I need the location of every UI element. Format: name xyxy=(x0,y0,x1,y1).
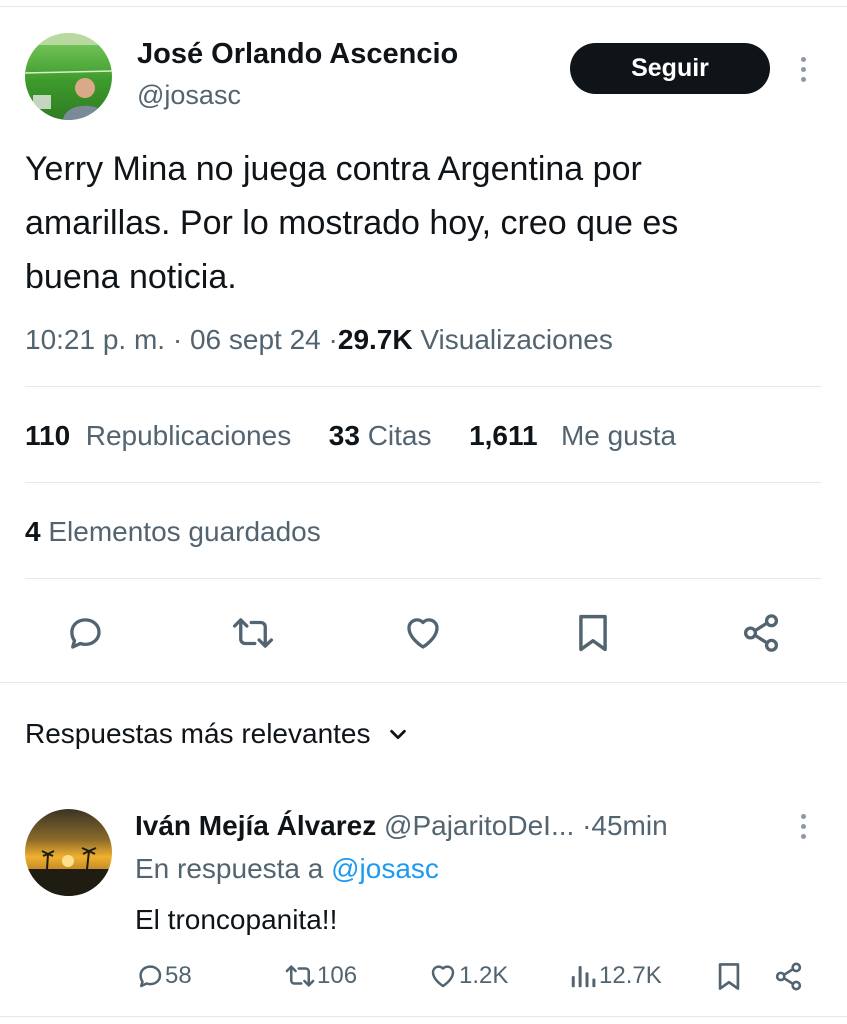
reply-icon xyxy=(135,961,165,991)
reposts-label: Republicaciones xyxy=(85,420,292,451)
chevron-down-icon xyxy=(387,723,409,745)
reply-icon[interactable] xyxy=(64,612,106,654)
tweet-date[interactable]: 06 sept 24 xyxy=(190,324,321,355)
divider xyxy=(25,578,821,579)
views-chart-icon xyxy=(567,961,599,991)
likes-count: 1,611 xyxy=(469,420,538,451)
tweet-text: Yerry Mina no juega contra Argentina por… xyxy=(25,142,678,304)
top-divider xyxy=(0,6,847,7)
reply-views-count: 12.7K xyxy=(599,962,662,989)
reposts-count: 110 xyxy=(25,420,71,451)
reply-reposts-count: 106 xyxy=(317,962,358,989)
views-count: 29.7K xyxy=(337,324,413,355)
reply-likes-count: 1.2K xyxy=(459,962,509,989)
views-label: Visualizaciones xyxy=(420,324,613,355)
tweet-text-line: Yerry Mina no juega contra Argentina por xyxy=(25,150,642,188)
quotes-label: Citas xyxy=(367,420,432,451)
quotes-stat[interactable]: 33 Citas xyxy=(329,420,432,451)
reply-to-prefix: En respuesta a xyxy=(135,853,324,884)
bookmarks-stat[interactable]: 4 Elementos guardados xyxy=(25,516,321,548)
reply-replies-count: 58 xyxy=(165,962,192,989)
author-handle[interactable]: @josasc xyxy=(137,80,241,111)
share-icon[interactable] xyxy=(740,612,782,654)
reply-views-action[interactable]: 12.7K xyxy=(567,961,662,991)
bookmarks-count: 4 xyxy=(25,516,41,547)
meta-separator: · xyxy=(328,324,338,355)
bookmark-icon[interactable] xyxy=(574,612,612,654)
replies-sort-label: Respuestas más relevantes xyxy=(25,718,371,749)
reply-separator: · xyxy=(582,810,592,841)
author-name[interactable]: José Orlando Ascencio xyxy=(137,38,458,71)
follow-button[interactable]: Seguir xyxy=(570,43,770,94)
reply-more-options-icon[interactable] xyxy=(799,814,807,844)
reply-author-handle[interactable]: @PajaritoDeI... xyxy=(384,810,574,841)
bookmarks-label: Elementos guardados xyxy=(48,516,321,547)
divider xyxy=(25,482,821,483)
retweet-icon[interactable] xyxy=(230,612,276,654)
author-avatar[interactable] xyxy=(25,33,112,120)
meta-separator: · xyxy=(172,324,183,355)
heart-icon xyxy=(427,961,459,991)
tweet-text-line: buena noticia. xyxy=(25,258,237,296)
reply-share-icon[interactable] xyxy=(773,961,804,992)
reply-avatar[interactable] xyxy=(25,809,112,896)
reposts-stat[interactable]: 110 Republicaciones xyxy=(25,420,291,451)
reply-text: El troncopanita!! xyxy=(135,904,338,935)
bottom-divider xyxy=(0,1016,847,1017)
retweet-icon xyxy=(283,961,317,991)
reply-likes-action[interactable]: 1.2K xyxy=(427,961,508,991)
tweet-stats: 110 Republicaciones 33 Citas 1,611 Me gu… xyxy=(25,420,676,452)
more-options-icon[interactable] xyxy=(799,57,807,87)
likes-label: Me gusta xyxy=(560,420,677,451)
reply-context: En respuesta a @josasc xyxy=(135,853,439,885)
quotes-count: 33 xyxy=(328,420,360,451)
reply-header: Iván Mejía Álvarez @PajaritoDeI... ·45mi… xyxy=(135,810,668,842)
reply-replies-action[interactable]: 58 xyxy=(135,961,192,991)
reply-reposts-action[interactable]: 106 xyxy=(283,961,357,991)
tweet-text-line: amarillas. Por lo mostrado hoy, creo que… xyxy=(25,204,679,242)
reply-author-name[interactable]: Iván Mejía Álvarez xyxy=(135,810,376,841)
reply-bookmark-icon[interactable] xyxy=(715,961,743,992)
reply-to-link[interactable]: @josasc xyxy=(331,853,439,884)
likes-stat[interactable]: 1,611 Me gusta xyxy=(469,420,676,451)
divider xyxy=(25,386,821,387)
reply-time[interactable]: 45min xyxy=(591,810,667,841)
replies-sort-dropdown[interactable]: Respuestas más relevantes xyxy=(25,718,409,750)
tweet-meta: 10:21 p. m. · 06 sept 24 ·29.7K Visualiz… xyxy=(25,324,613,356)
divider xyxy=(0,682,847,683)
heart-icon[interactable] xyxy=(401,612,445,654)
tweet-time[interactable]: 10:21 p. m. xyxy=(25,324,165,355)
